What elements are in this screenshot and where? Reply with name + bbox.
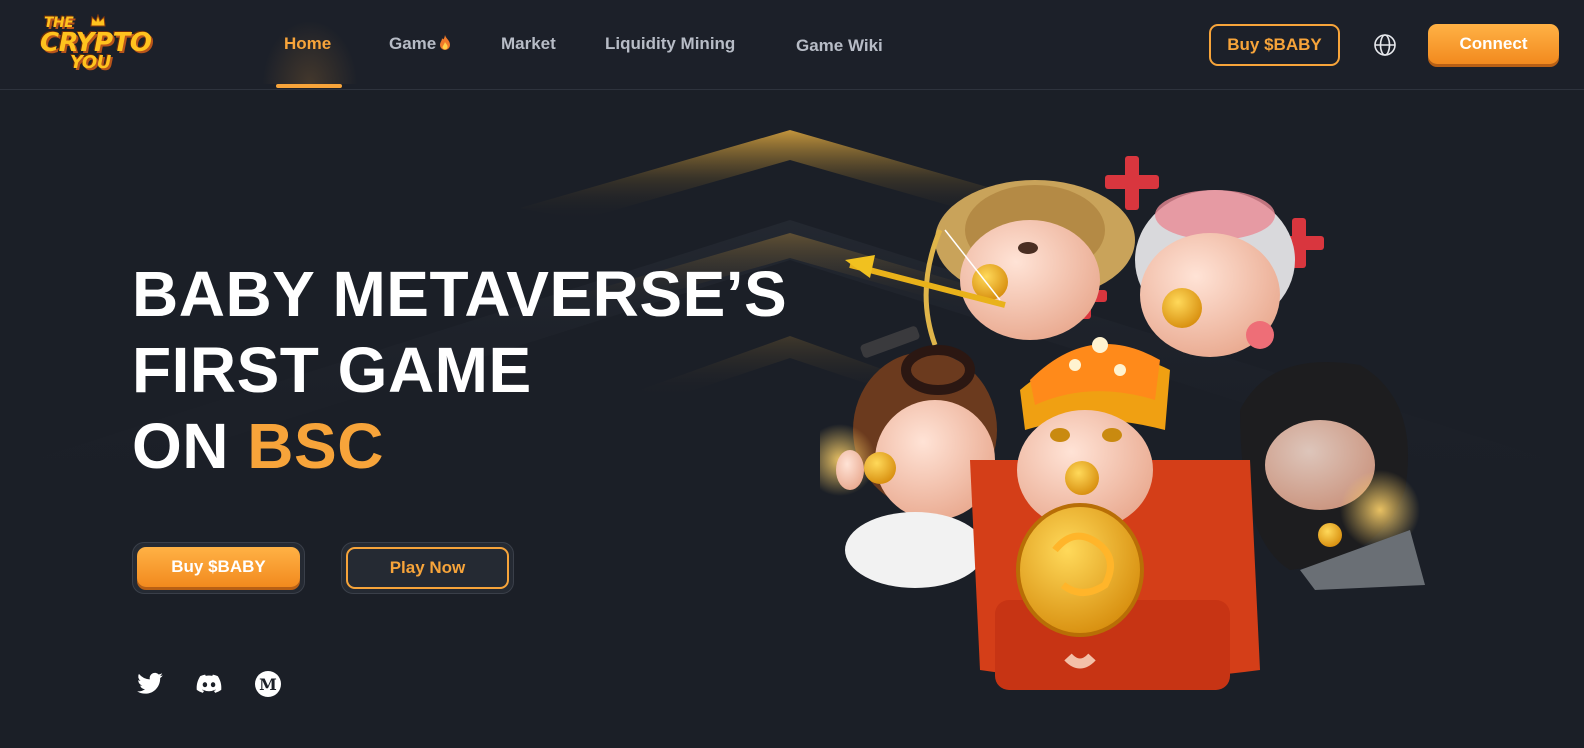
nav-game-label: Game [389, 34, 437, 53]
nav-market[interactable]: Market [501, 34, 556, 54]
connect-wallet-button[interactable]: Connect [1428, 24, 1559, 64]
medium-icon[interactable]: M [254, 670, 282, 698]
hero-title-on: ON [132, 410, 248, 482]
hero-buy-baby-button[interactable]: Buy $BABY [137, 547, 300, 587]
hero-title-line-1: BABY METAVERSE’S [132, 258, 788, 330]
hero-play-button-frame: Play Now [341, 542, 514, 594]
header-buy-baby-button[interactable]: Buy $BABY [1209, 24, 1340, 66]
globe-icon[interactable] [1373, 33, 1397, 57]
nav-game-wiki[interactable]: Game Wiki [796, 36, 883, 56]
hero-title-bsc: BSC [247, 410, 384, 482]
logo-text-you: YOU [70, 52, 111, 73]
nav-liquidity-mining[interactable]: Liquidity Mining [605, 34, 735, 54]
baby-characters-illustration [820, 156, 1425, 690]
nav-home[interactable]: Home [284, 34, 331, 54]
fire-icon [440, 35, 451, 50]
hero-buy-button-frame: Buy $BABY [132, 542, 305, 594]
hero-title-line-2: FIRST GAME [132, 334, 532, 406]
play-now-button[interactable]: Play Now [346, 547, 509, 589]
twitter-icon[interactable] [136, 670, 164, 698]
hero-title: BABY METAVERSE’S FIRST GAME ON BSC [132, 256, 787, 484]
nav-game[interactable]: Game [389, 34, 452, 54]
top-navbar: THE CRYPTO YOU Home Game Market Liquidit… [0, 0, 1584, 90]
hero-title-line-3: ON BSC [132, 408, 787, 484]
logo-crown-icon [90, 14, 106, 27]
nav-active-underline [276, 84, 342, 88]
discord-icon[interactable] [195, 670, 223, 698]
the-crypto-you-logo[interactable]: THE CRYPTO YOU [40, 14, 152, 74]
svg-text:M: M [259, 675, 277, 694]
